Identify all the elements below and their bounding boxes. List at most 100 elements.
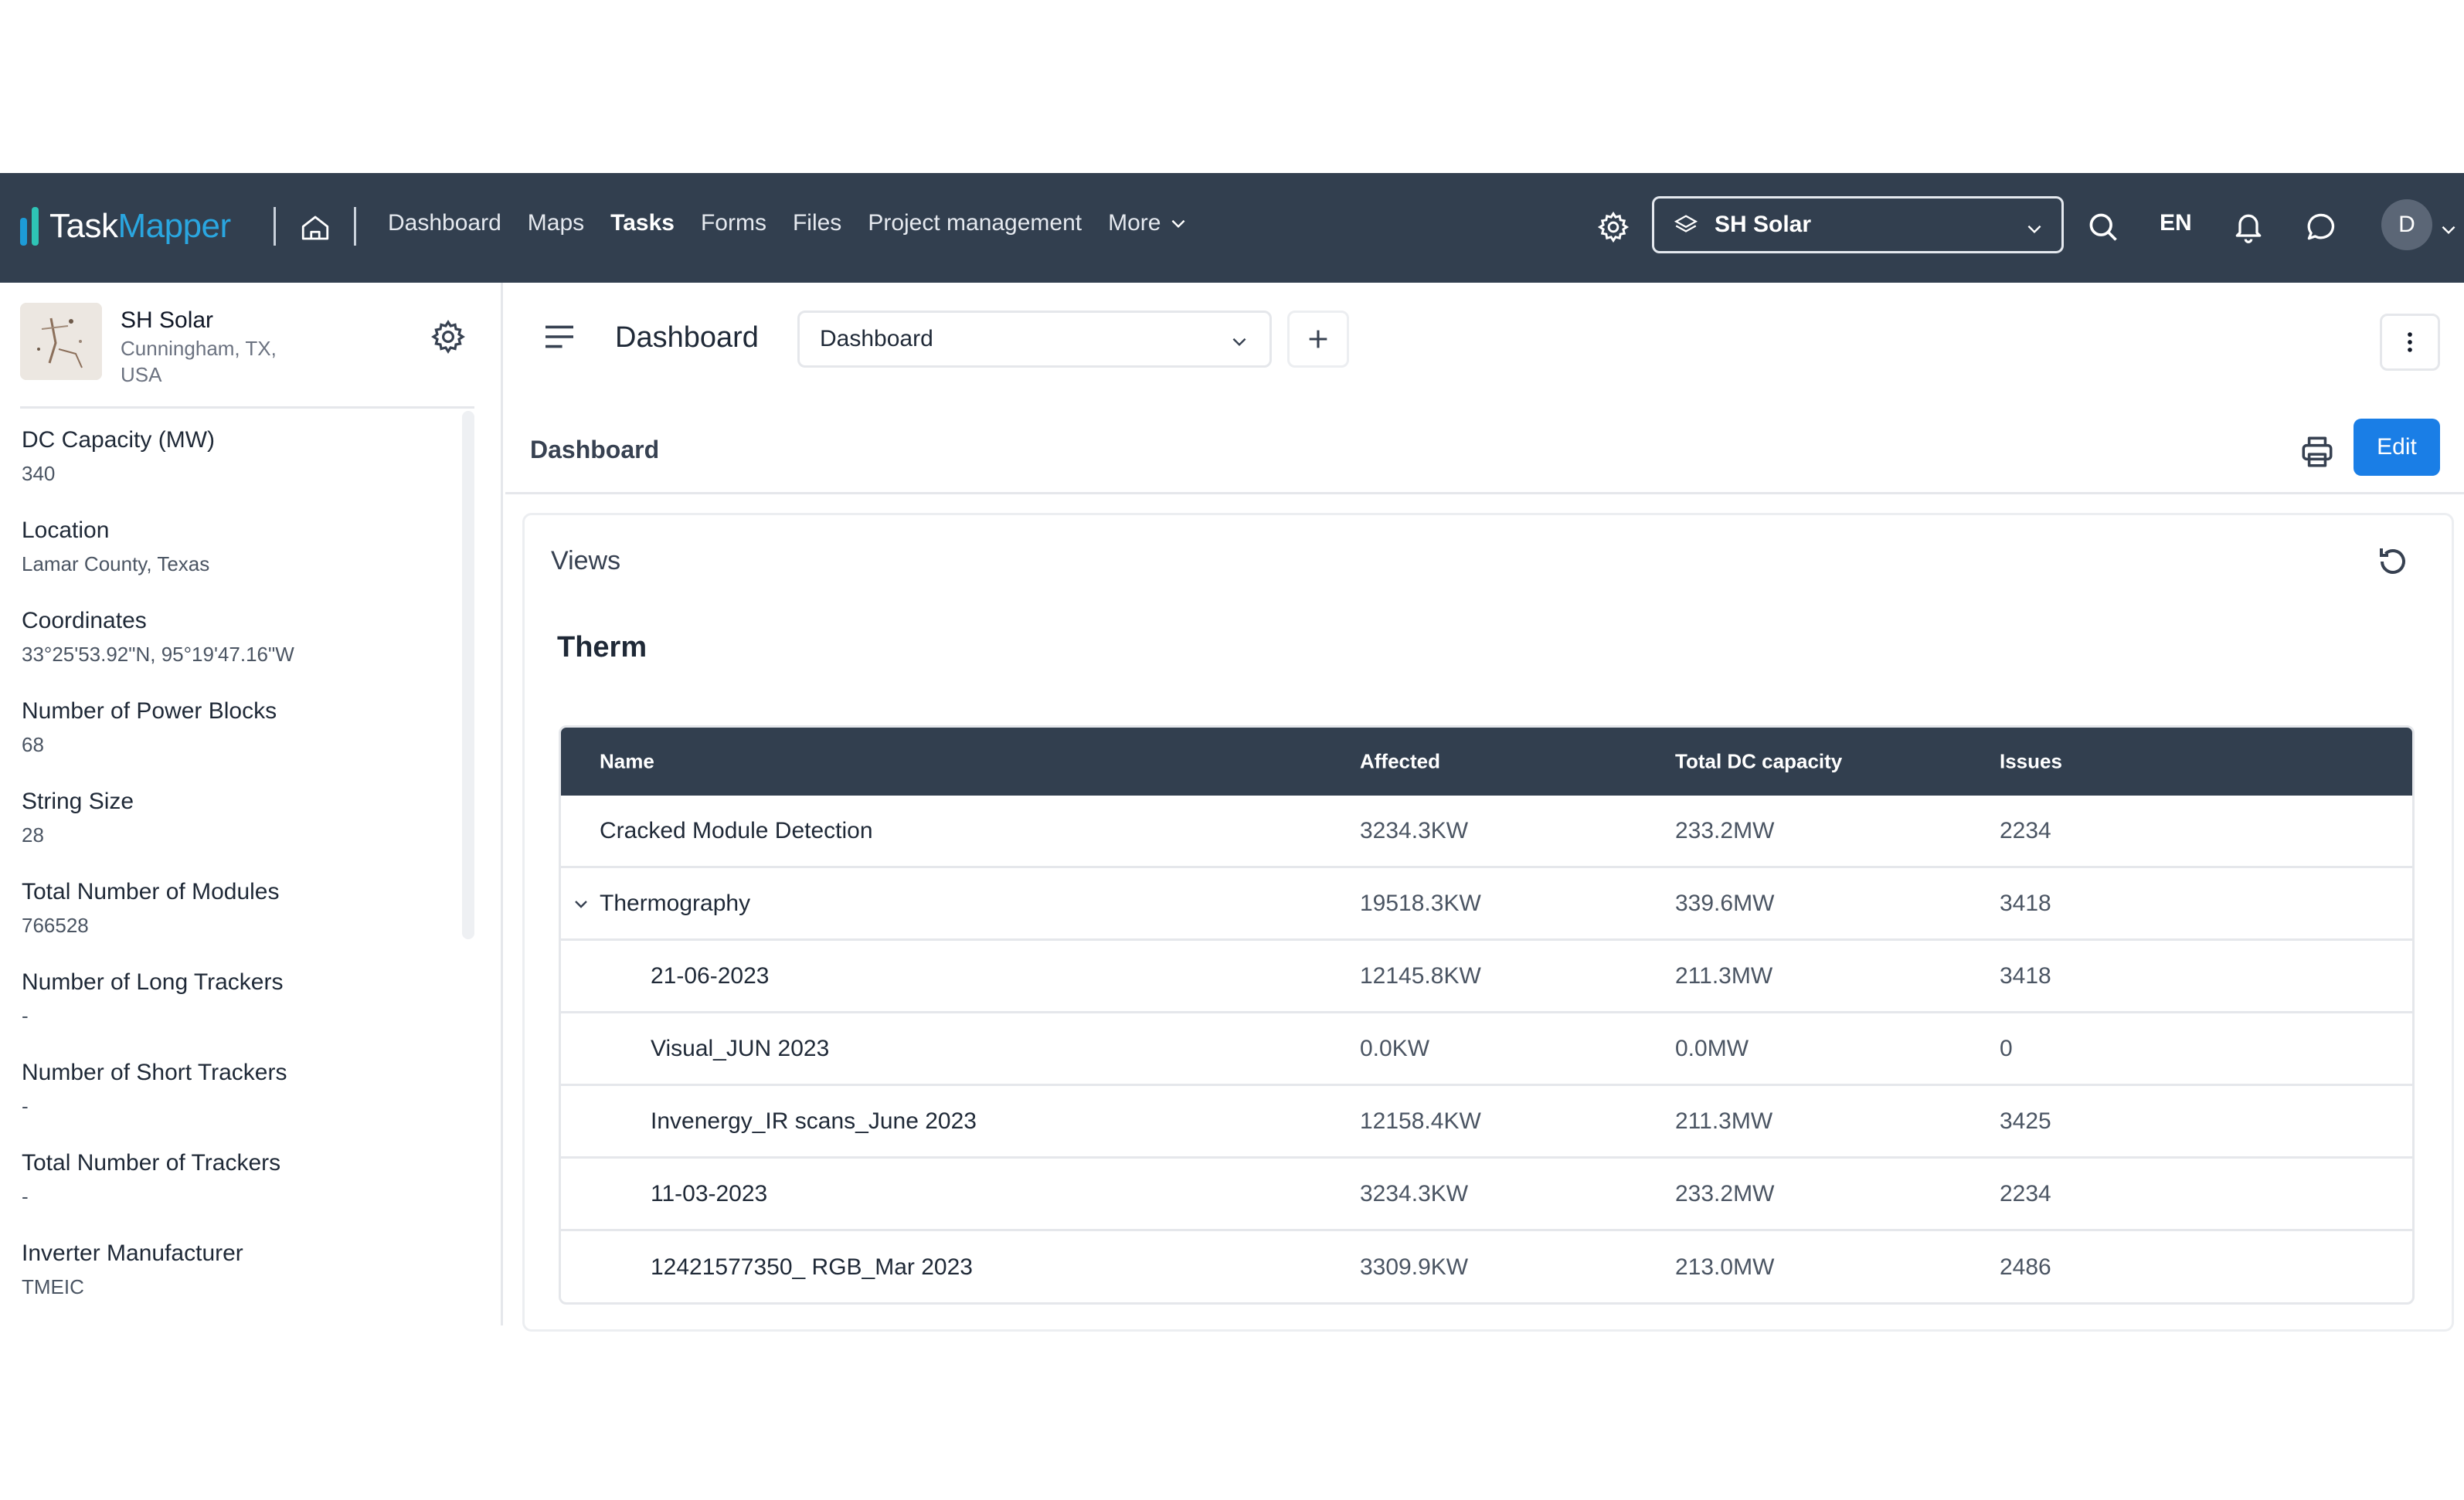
- table-row[interactable]: Invenergy_IR scans_June 2023 12158.4KW 2…: [561, 1086, 2412, 1159]
- property-item: Inverter Manufacturer TMEIC: [22, 1238, 462, 1329]
- reset-icon[interactable]: [2374, 543, 2411, 580]
- cell-issues: 0: [2000, 1035, 2013, 1061]
- page-title: Dashboard: [615, 321, 759, 354]
- dashboard-subheader: Dashboard Edit: [505, 397, 2464, 494]
- user-avatar[interactable]: D: [2381, 199, 2432, 250]
- property-item: Total Number of Modules 766528: [22, 877, 462, 967]
- property-label: DC Capacity (MW): [22, 427, 216, 453]
- cell-affected: 19518.3KW: [1360, 890, 1481, 916]
- menu-icon[interactable]: [542, 323, 576, 351]
- table-row[interactable]: 11-03-2023 3234.3KW 233.2MW 2234: [561, 1159, 2412, 1231]
- organization-select-value: SH Solar: [1715, 212, 1812, 237]
- add-dashboard-button[interactable]: [1287, 311, 1349, 368]
- search-icon[interactable]: [2086, 210, 2120, 244]
- main-content: Dashboard Dashboard Dashboard Edit Views: [505, 283, 2464, 1332]
- property-label: Total Number of Trackers: [22, 1150, 281, 1176]
- property-label: Coordinates: [22, 608, 147, 633]
- edit-button[interactable]: Edit: [2354, 419, 2440, 476]
- chevron-down-icon: [1232, 338, 1246, 347]
- table-row[interactable]: Cracked Module Detection 3234.3KW 233.2M…: [561, 796, 2412, 868]
- property-item: Number of Power Blocks 68: [22, 696, 462, 786]
- taskmapper-logo[interactable]: TaskMapper: [20, 207, 231, 246]
- cell-issues: 2234: [2000, 817, 2051, 843]
- cell-name: Cracked Module Detection: [600, 817, 873, 843]
- chat-icon[interactable]: [2304, 210, 2338, 244]
- sidebar-divider: [20, 406, 474, 409]
- chevron-down-icon[interactable]: [572, 894, 590, 913]
- table-row[interactable]: 21-06-2023 12145.8KW 211.3MW 3418: [561, 941, 2412, 1013]
- chevron-down-icon[interactable]: [2439, 219, 2459, 239]
- home-icon[interactable]: [298, 212, 332, 244]
- property-value: -: [22, 1004, 29, 1027]
- property-label: Location: [22, 518, 110, 543]
- cell-name: 12421577350_ RGB_Mar 2023: [651, 1254, 973, 1280]
- dashboard-subtitle: Dashboard: [530, 436, 660, 463]
- cell-total-dc: 339.6MW: [1675, 890, 1775, 916]
- property-value: 340: [22, 462, 56, 485]
- gear-icon[interactable]: [1596, 210, 1630, 244]
- therm-table: Name Affected Total DC capacity Issues C…: [559, 725, 2415, 1305]
- cell-issues: 3418: [2000, 962, 2051, 989]
- language-selector[interactable]: EN: [2160, 210, 2192, 236]
- nav-link-tasks[interactable]: Tasks: [610, 210, 675, 236]
- nav-link-files[interactable]: Files: [793, 210, 841, 236]
- nav-link-forms[interactable]: Forms: [701, 210, 766, 236]
- site-card: SH Solar Cunningham, TX, USA: [20, 303, 484, 395]
- nav-more-menu[interactable]: More: [1108, 210, 1188, 236]
- more-options-button[interactable]: [2380, 314, 2440, 371]
- property-label: Number of Power Blocks: [22, 698, 277, 724]
- cell-name: 11-03-2023: [651, 1180, 768, 1206]
- property-value: Lamar County, Texas: [22, 552, 210, 575]
- site-sidebar: SH Solar Cunningham, TX, USA DC Capacity…: [0, 283, 503, 1325]
- property-label: Number of Long Trackers: [22, 969, 284, 995]
- cell-name: Visual_JUN 2023: [651, 1035, 830, 1061]
- property-item: Location Lamar County, Texas: [22, 515, 462, 606]
- property-item: DC Capacity (MW) 340: [22, 425, 462, 515]
- nav-link-dashboard[interactable]: Dashboard: [388, 210, 501, 236]
- property-label: String Size: [22, 789, 134, 814]
- dashboard-toolbar: Dashboard Dashboard: [505, 283, 2464, 397]
- bell-icon[interactable]: [2231, 210, 2265, 244]
- section-title: Therm: [557, 631, 647, 663]
- gear-icon[interactable]: [430, 318, 467, 355]
- nav-link-maps[interactable]: Maps: [528, 210, 584, 236]
- cell-affected: 3234.3KW: [1360, 1180, 1469, 1206]
- cell-issues: 2234: [2000, 1180, 2051, 1206]
- sidebar-scrollbar[interactable]: [462, 411, 474, 939]
- cell-total-dc: 233.2MW: [1675, 1180, 1775, 1206]
- logo-text: TaskMapper: [49, 207, 231, 246]
- table-header: Name Affected Total DC capacity Issues: [561, 728, 2412, 796]
- cell-issues: 3425: [2000, 1108, 2051, 1134]
- dashboard-select[interactable]: Dashboard: [797, 311, 1272, 368]
- chevron-down-icon: [2027, 225, 2041, 234]
- cell-issues: 2486: [2000, 1254, 2051, 1280]
- views-card: Views Therm Name Affected Total DC capac…: [522, 513, 2454, 1332]
- site-properties: DC Capacity (MW) 340 Location Lamar Coun…: [22, 425, 462, 1329]
- column-header-affected[interactable]: Affected: [1360, 750, 1440, 774]
- property-item: Number of Long Trackers -: [22, 967, 462, 1057]
- print-icon[interactable]: [2298, 433, 2337, 471]
- layers-icon: [1674, 215, 1698, 232]
- logo-text-mapper: Mapper: [117, 207, 231, 245]
- nav-divider: [354, 207, 356, 246]
- column-header-issues[interactable]: Issues: [2000, 750, 2062, 774]
- kebab-menu-icon: [2408, 332, 2412, 352]
- table-row[interactable]: 12421577350_ RGB_Mar 2023 3309.9KW 213.0…: [561, 1231, 2412, 1302]
- nav-link-project-management[interactable]: Project management: [868, 210, 1082, 236]
- cell-affected: 3234.3KW: [1360, 817, 1469, 843]
- property-value: -: [22, 1094, 29, 1118]
- plus-icon: [1309, 330, 1327, 348]
- cell-issues: 3418: [2000, 890, 2051, 916]
- cell-total-dc: 211.3MW: [1675, 962, 1773, 989]
- column-header-total-dc-capacity[interactable]: Total DC capacity: [1675, 750, 1842, 774]
- dashboard-select-value: Dashboard: [820, 326, 933, 351]
- table-row-group[interactable]: Thermography 19518.3KW 339.6MW 3418: [561, 868, 2412, 941]
- organization-select[interactable]: SH Solar: [1652, 196, 2064, 253]
- views-title: Views: [551, 546, 621, 575]
- site-address: Cunningham, TX, USA: [121, 337, 277, 386]
- property-value: 766528: [22, 914, 89, 937]
- property-item: Number of Short Trackers -: [22, 1057, 462, 1148]
- column-header-name[interactable]: Name: [600, 750, 654, 774]
- table-row[interactable]: Visual_JUN 2023 0.0KW 0.0MW 0: [561, 1013, 2412, 1086]
- property-value: 28: [22, 823, 44, 847]
